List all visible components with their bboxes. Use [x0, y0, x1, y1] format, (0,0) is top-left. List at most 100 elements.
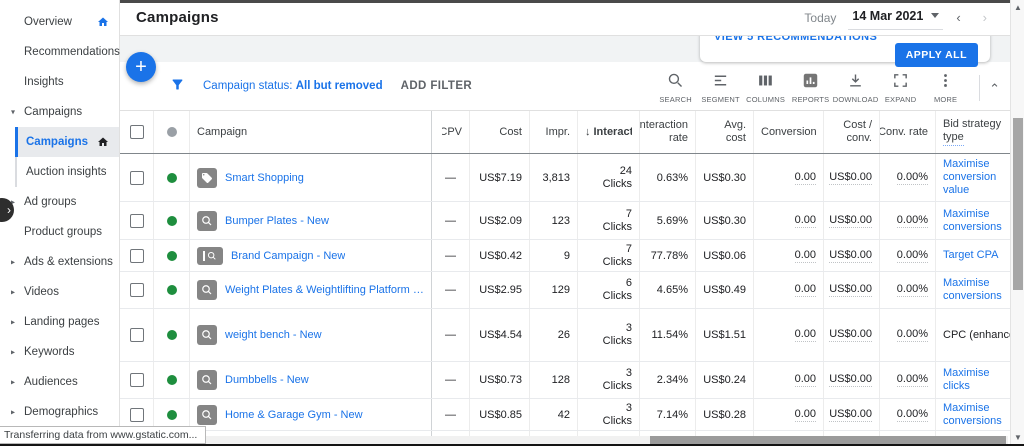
sidebar-item-campaigns[interactable]: ▾Campaigns	[0, 97, 119, 127]
search-campaign-icon	[197, 405, 217, 425]
sidebar-item-videos[interactable]: ▸Videos	[0, 277, 119, 307]
apply-all-button[interactable]: APPLY ALL	[895, 43, 978, 67]
scroll-down-arrow-icon[interactable]: ▼	[1011, 433, 1024, 442]
status-enabled-dot-icon[interactable]	[167, 410, 177, 420]
campaign-link[interactable]: Home & Garage Gym - New	[225, 409, 363, 421]
bid-strategy-link[interactable]: Maximise conversions	[943, 208, 1003, 234]
status-enabled-dot-icon[interactable]	[167, 285, 177, 295]
horizontal-scrollbar-thumb[interactable]	[650, 436, 1006, 444]
column-header-cpv[interactable]: CPV	[432, 111, 470, 153]
more-tool-button[interactable]: MORE	[923, 69, 968, 104]
row-checkbox[interactable]	[130, 283, 144, 297]
column-header-interaction-rate[interactable]: Interaction rate	[640, 111, 696, 153]
conversions-cell: 0.00	[754, 240, 824, 271]
column-header-conv-rate[interactable]: Conv. rate	[880, 111, 936, 153]
column-header-impr[interactable]: Impr.	[530, 111, 578, 153]
sidebar-item-ads-extensions[interactable]: ▸Ads & extensions	[0, 247, 119, 277]
horizontal-scrollbar[interactable]	[120, 436, 1008, 444]
add-filter-button[interactable]: ADD FILTER	[401, 80, 473, 92]
campaign-link[interactable]: Dumbbells - New	[225, 374, 309, 386]
bid-strategy-link[interactable]: Target CPA	[943, 249, 998, 262]
expand-tool-button[interactable]: EXPAND	[878, 69, 923, 104]
table-header-row: CampaignCPVCostImpr.↓InteractionsInterac…	[120, 111, 1010, 154]
segment-tool-button[interactable]: SEGMENT	[698, 69, 743, 104]
status-enabled-dot-icon[interactable]	[167, 251, 177, 261]
toolbar-divider	[979, 75, 980, 101]
interactions-cell: 7Clicks	[578, 202, 640, 239]
table-toolbar: SEARCH SEGMENTCOLUMNS REPORTSDOWNLOADEXPAN…	[653, 69, 968, 104]
avg-cost-cell: US$0.49	[696, 272, 754, 308]
row-checkbox[interactable]	[130, 373, 144, 387]
row-checkbox[interactable]	[130, 249, 144, 263]
bid-strategy-link[interactable]: Maximise conversions	[943, 277, 1003, 303]
row-checkbox[interactable]	[130, 171, 144, 185]
next-period-button[interactable]: ›	[974, 10, 996, 25]
columns-tool-button[interactable]: COLUMNS	[743, 69, 788, 104]
conv-rate-cell: 0.00%	[880, 240, 936, 271]
row-checkbox[interactable]	[130, 328, 144, 342]
filter-value: All but removed	[296, 80, 383, 92]
sidebar-item-auction-insights[interactable]: Auction insights	[15, 157, 119, 187]
status-enabled-dot-icon[interactable]	[167, 216, 177, 226]
column-header-conversions[interactable]: Conversions	[754, 111, 824, 153]
campaign-link[interactable]: Bumper Plates - New	[225, 215, 329, 227]
sidebar-item-keywords[interactable]: ▸Keywords	[0, 337, 119, 367]
bid-strategy-link[interactable]: Maximise clicks	[943, 367, 1003, 393]
row-checkbox[interactable]	[130, 214, 144, 228]
campaign-status-filter[interactable]: Campaign status: All but removed	[203, 80, 383, 92]
chevron-right-icon: ▸	[11, 288, 15, 297]
vertical-scrollbar[interactable]: ▲ ▼	[1010, 0, 1024, 446]
column-header-campaign[interactable]: Campaign	[190, 111, 432, 153]
sidebar-item-label: Audiences	[24, 376, 78, 388]
cost-per-conv-cell: US$0.00	[824, 202, 880, 239]
column-header-cost[interactable]: Cost	[470, 111, 530, 153]
new-campaign-fab[interactable]: +	[126, 52, 156, 82]
campaign-link[interactable]: weight bench - New	[225, 329, 322, 341]
row-select-cell	[120, 202, 154, 239]
status-enabled-dot-icon[interactable]	[167, 173, 177, 183]
sidebar-item-audiences[interactable]: ▸ Audiences	[0, 367, 119, 397]
interaction-rate-cell: 77.78%	[640, 240, 696, 271]
collapse-table-button[interactable]: ⌃	[989, 81, 1000, 97]
chevron-right-icon: ▸	[11, 348, 15, 357]
column-header-sel[interactable]	[120, 111, 154, 153]
select-all-checkbox[interactable]	[130, 125, 144, 139]
sidebar-item-ad-groups[interactable]: ▸Ad groups	[0, 187, 119, 217]
chevron-right-icon: ▸	[11, 378, 15, 387]
search-tool-button[interactable]: SEARCH	[653, 69, 698, 104]
status-enabled-dot-icon[interactable]	[167, 375, 177, 385]
vertical-scrollbar-thumb[interactable]	[1013, 118, 1023, 290]
column-header-status	[154, 111, 190, 153]
sidebar-item-overview[interactable]: Overview	[0, 7, 119, 37]
sidebar-item-campaigns[interactable]: Campaigns	[15, 127, 119, 157]
sidebar-item-recommendations[interactable]: Recommendations	[0, 37, 119, 67]
tool-label: REPORTS	[792, 95, 830, 104]
column-header-cost-conv[interactable]: Cost / conv.	[824, 111, 880, 153]
sidebar-item-product-groups[interactable]: Product groups	[0, 217, 119, 247]
column-header-avg-cost[interactable]: Avg. cost	[696, 111, 754, 153]
table-row: Brand Campaign - New—US$0.4297Clicks77.7…	[120, 240, 1010, 272]
campaign-link[interactable]: Weight Plates & Weightlifting Platform -…	[225, 284, 424, 296]
row-checkbox[interactable]	[130, 408, 144, 422]
column-header-bid-strategy[interactable]: Bid strategytype	[936, 111, 1010, 153]
bid-strategy-link[interactable]: Maximise conversion value	[943, 158, 1003, 197]
segment-icon	[712, 72, 729, 92]
campaign-link[interactable]: Smart Shopping	[225, 172, 304, 184]
tool-label: SEARCH	[659, 95, 691, 104]
sidebar-item-demographics[interactable]: ▸Demographics	[0, 397, 119, 427]
bid-strategy-link[interactable]: Maximise conversions	[943, 402, 1003, 428]
previous-period-button[interactable]: ‹	[947, 10, 969, 25]
campaign-name-cell: Smart Shopping	[190, 154, 432, 201]
column-header-interactions[interactable]: ↓Interactions	[578, 111, 640, 153]
download-tool-button[interactable]: DOWNLOAD	[833, 69, 878, 104]
date-range-picker[interactable]: 14 Mar 2021	[848, 6, 943, 30]
status-filter-dot-icon[interactable]	[167, 127, 177, 137]
status-enabled-dot-icon[interactable]	[167, 330, 177, 340]
scroll-up-arrow-icon[interactable]: ▲	[1011, 3, 1024, 12]
campaign-link[interactable]: Brand Campaign - New	[231, 250, 345, 262]
reports-tool-button[interactable]: REPORTS	[788, 69, 833, 104]
sidebar-item-insights[interactable]: Insights	[0, 67, 119, 97]
cpv-cell: —	[432, 154, 470, 201]
sidebar-item-landing-pages[interactable]: ▸Landing pages	[0, 307, 119, 337]
row-select-cell	[120, 272, 154, 308]
